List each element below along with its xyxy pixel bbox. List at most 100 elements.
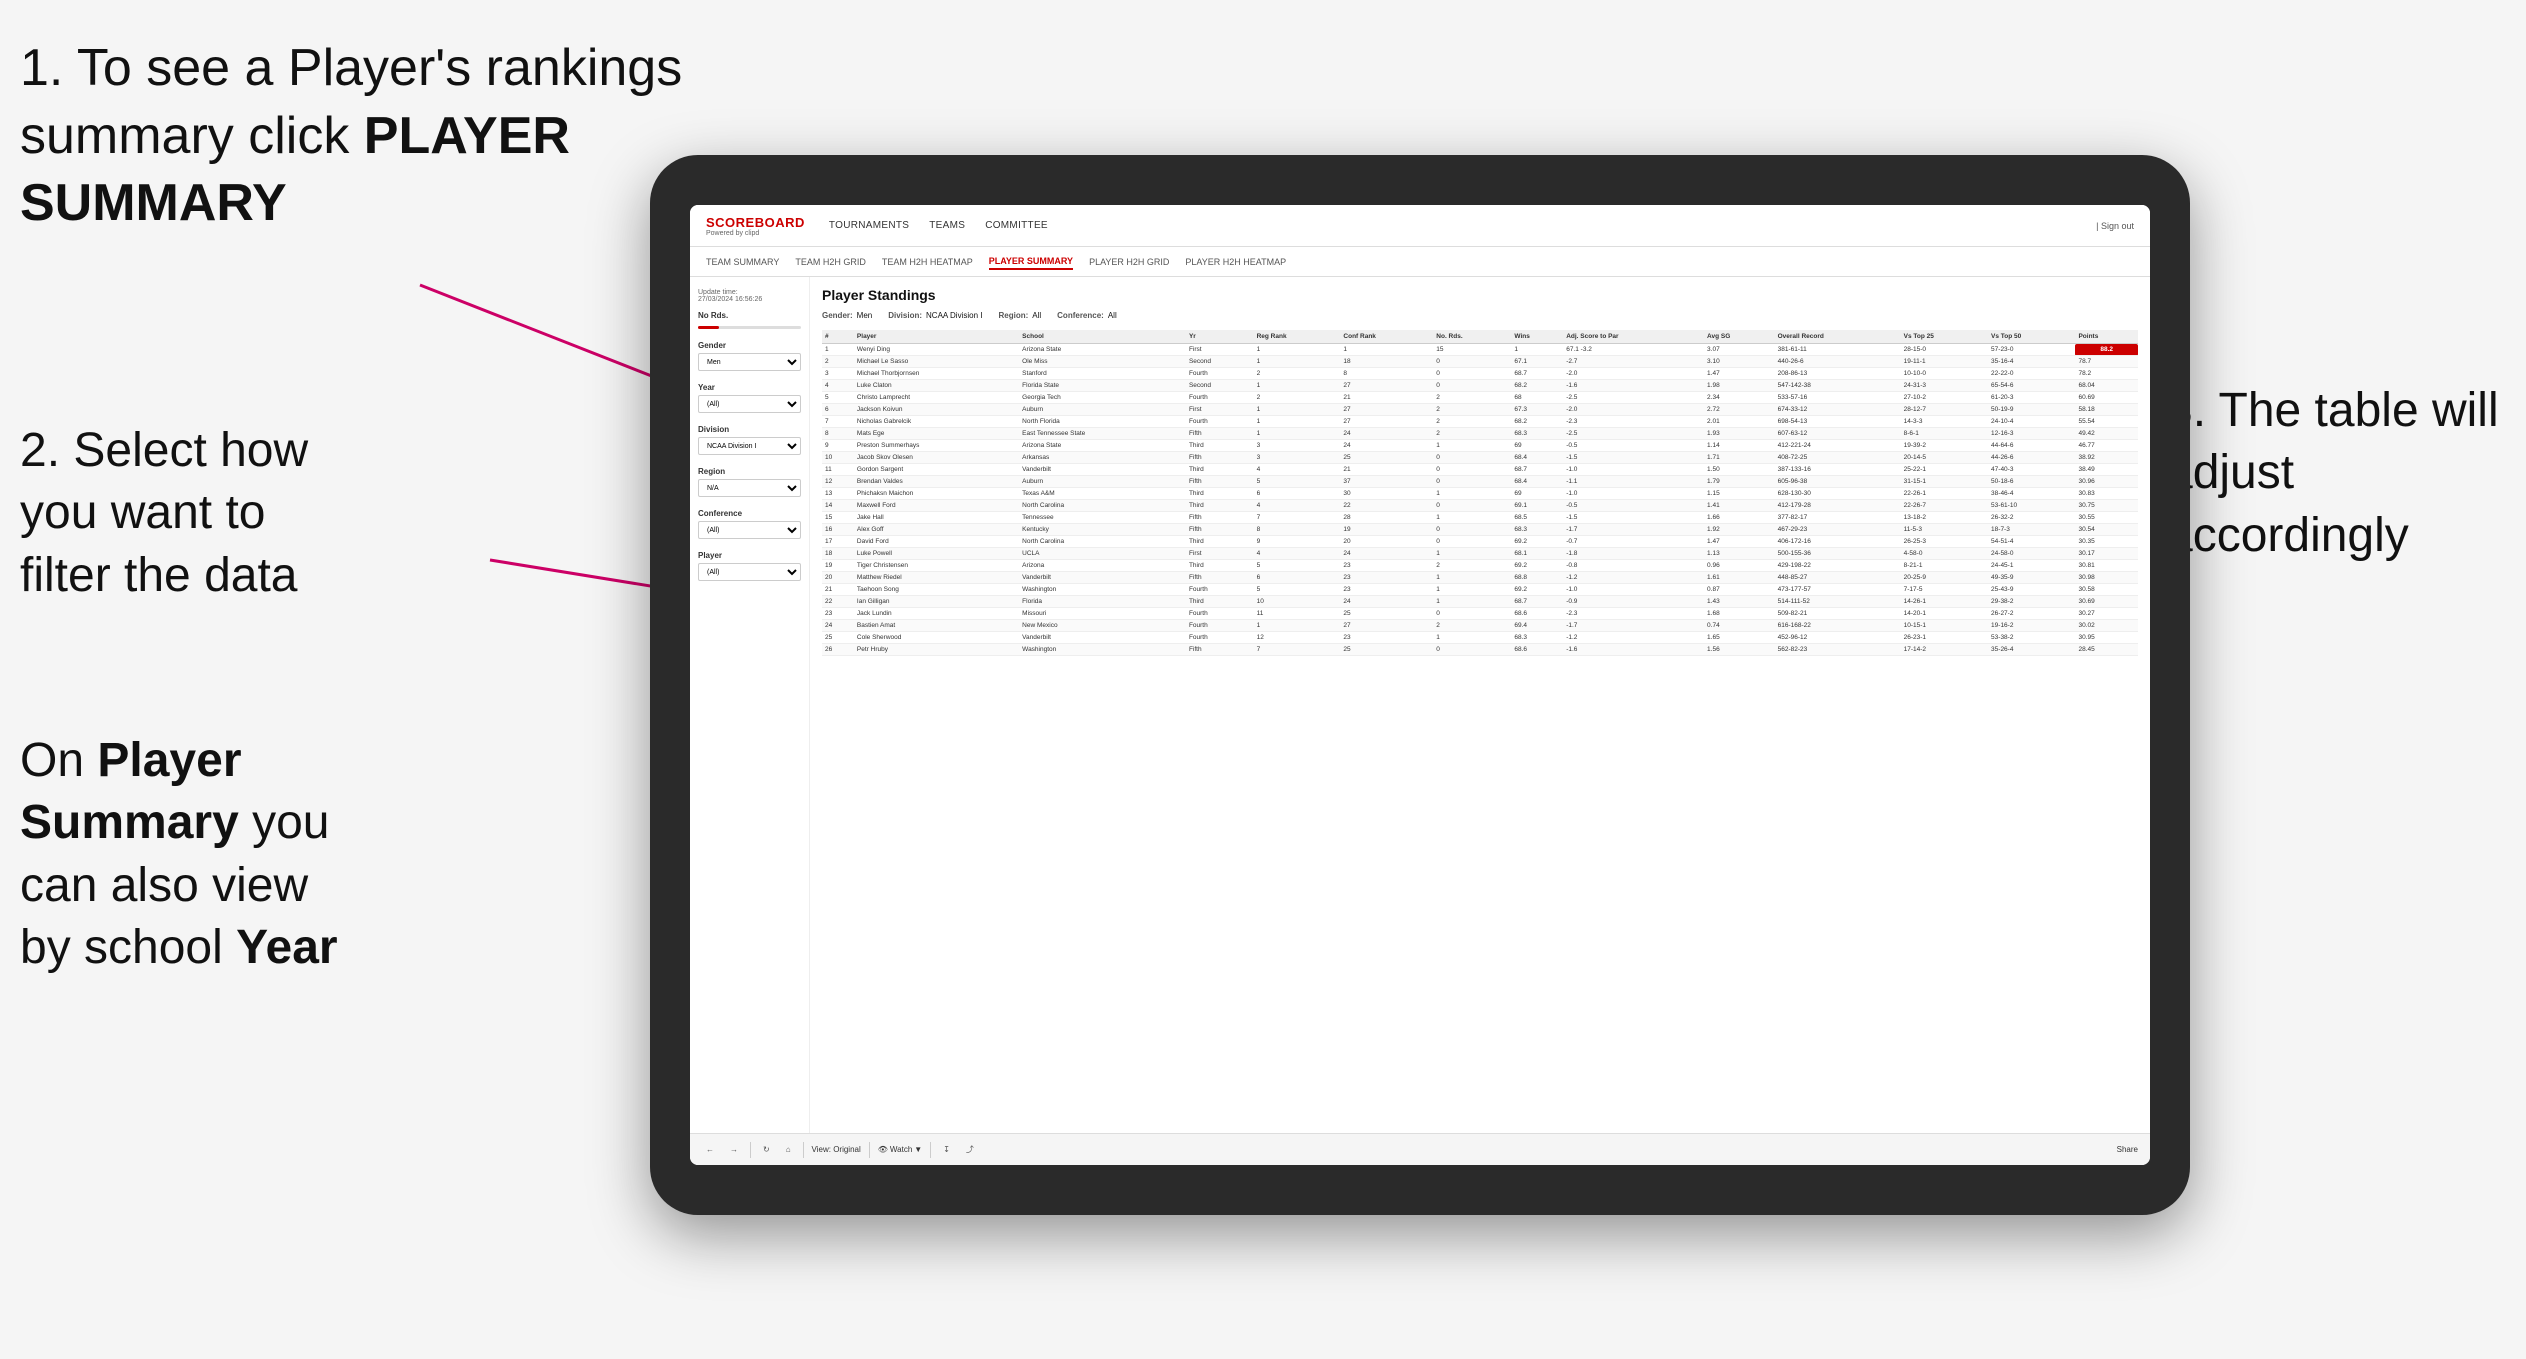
table-cell: 30.95 <box>2075 632 2138 644</box>
table-cell: Preston Summerhays <box>854 440 1019 452</box>
watch-button[interactable]: 👁 Watch ▼ <box>878 1145 922 1154</box>
table-cell: 17 <box>822 536 854 548</box>
sidebar-player: Player (All) <box>698 551 801 581</box>
filter-conference-label: Conference: <box>1057 311 1104 320</box>
toolbar-divider-4 <box>930 1142 931 1158</box>
app-header: SCOREBOARD Powered by clipd TOURNAMENTS … <box>690 205 2150 247</box>
table-cell: 30.58 <box>2075 584 2138 596</box>
table-cell: Fifth <box>1186 512 1254 524</box>
table-cell: 26-25-3 <box>1901 536 1988 548</box>
table-cell: 1 <box>1254 416 1341 428</box>
annotation-line2: summary click <box>20 107 364 165</box>
table-cell: 5 <box>1254 560 1341 572</box>
table-cell: -2.0 <box>1563 404 1704 416</box>
table-cell: Cole Sherwood <box>854 632 1019 644</box>
table-cell: Arizona State <box>1019 440 1186 452</box>
table-cell: Fourth <box>1186 368 1254 380</box>
toolbar-forward[interactable]: → <box>726 1143 742 1156</box>
table-cell: Third <box>1186 560 1254 572</box>
table-cell: Arizona <box>1019 560 1186 572</box>
player-select[interactable]: (All) <box>698 563 801 581</box>
nav-committee[interactable]: COMMITTEE <box>985 218 1048 233</box>
table-row: 14Maxwell FordNorth CarolinaThird422069.… <box>822 500 2138 512</box>
table-cell: 607-63-12 <box>1775 428 1901 440</box>
table-cell: 30.83 <box>2075 488 2138 500</box>
table-cell: 562-82-23 <box>1775 644 1901 656</box>
table-cell: 23 <box>822 608 854 620</box>
table-cell: 69 <box>1511 488 1563 500</box>
main-nav: TOURNAMENTS TEAMS COMMITTEE <box>829 218 2096 233</box>
table-cell: 509-82-21 <box>1775 608 1901 620</box>
toolbar-share-icon[interactable]: ⤴ <box>962 1142 978 1157</box>
table-cell: 19 <box>822 560 854 572</box>
table-cell: 25 <box>822 632 854 644</box>
year-select[interactable]: (All) First Second Third Fourth Fifth <box>698 395 801 413</box>
table-cell: 68.7 <box>1511 464 1563 476</box>
col-vs-top50: Vs Top 50 <box>1988 330 2075 344</box>
annotation-player-summary-bold: PlayerSummary <box>20 734 242 849</box>
table-cell: Jackson Koivun <box>854 404 1019 416</box>
share-label[interactable]: Share <box>2117 1145 2138 1154</box>
table-cell: 1.61 <box>1704 572 1775 584</box>
table-cell: 14-20-1 <box>1901 608 1988 620</box>
toolbar-refresh[interactable]: ↻ <box>759 1143 774 1156</box>
table-cell: Petr Hruby <box>854 644 1019 656</box>
table-cell: Tiger Christensen <box>854 560 1019 572</box>
table-cell: 27 <box>1340 416 1433 428</box>
gender-select[interactable]: Men Women <box>698 353 801 371</box>
sidebar-conference: Conference (All) <box>698 509 801 539</box>
table-cell: 55.54 <box>2075 416 2138 428</box>
division-select[interactable]: NCAA Division I NCAA Division II NCAA Di… <box>698 437 801 455</box>
col-yr: Yr <box>1186 330 1254 344</box>
table-cell: Fourth <box>1186 608 1254 620</box>
table-cell: Washington <box>1019 644 1186 656</box>
table-cell: 1 <box>1433 584 1511 596</box>
table-cell: 412-179-28 <box>1775 500 1901 512</box>
nav-tournaments[interactable]: TOURNAMENTS <box>829 218 909 233</box>
table-area: Player Standings Gender: Men Division: N… <box>810 277 2150 1133</box>
sub-nav-team-h2h-heatmap[interactable]: TEAM H2H HEATMAP <box>882 255 973 269</box>
table-cell: North Carolina <box>1019 536 1186 548</box>
table-cell: 23 <box>1340 632 1433 644</box>
table-cell: 1.79 <box>1704 476 1775 488</box>
sub-nav-team-summary[interactable]: TEAM SUMMARY <box>706 255 779 269</box>
table-cell: 67.1 -3.2 <box>1563 344 1704 356</box>
sidebar-gender: Gender Men Women <box>698 341 801 371</box>
table-cell: 68.4 <box>1511 452 1563 464</box>
table-cell: 1 <box>1433 632 1511 644</box>
sub-nav-player-h2h-grid[interactable]: PLAYER H2H GRID <box>1089 255 1169 269</box>
table-cell: 22 <box>822 596 854 608</box>
table-cell: 26-32-2 <box>1988 512 2075 524</box>
region-select[interactable]: N/A All <box>698 479 801 497</box>
sub-nav-player-h2h-heatmap[interactable]: PLAYER H2H HEATMAP <box>1185 255 1286 269</box>
table-cell: 0 <box>1433 608 1511 620</box>
table-cell: 20-14-5 <box>1901 452 1988 464</box>
sign-out-link[interactable]: | Sign out <box>2096 221 2134 231</box>
table-cell: New Mexico <box>1019 620 1186 632</box>
table-cell: Vanderbilt <box>1019 464 1186 476</box>
sub-nav: TEAM SUMMARY TEAM H2H GRID TEAM H2H HEAT… <box>690 247 2150 277</box>
sidebar-year: Year (All) First Second Third Fourth Fif… <box>698 383 801 413</box>
toolbar-divider-2 <box>803 1142 804 1158</box>
standings-table: # Player School Yr Reg Rank Conf Rank No… <box>822 330 2138 656</box>
table-cell: 13 <box>822 488 854 500</box>
toolbar-home[interactable]: ⌂ <box>782 1143 795 1156</box>
conference-select[interactable]: (All) <box>698 521 801 539</box>
table-cell: 19-11-1 <box>1901 356 1988 368</box>
annotation-bottom-left: On PlayerSummary you can also view by sc… <box>20 730 360 980</box>
table-cell: 22-26-1 <box>1901 488 1988 500</box>
table-cell: 605-96-38 <box>1775 476 1901 488</box>
toolbar-download[interactable]: ↧ <box>939 1143 954 1156</box>
table-cell: 30.54 <box>2075 524 2138 536</box>
table-cell: Auburn <box>1019 404 1186 416</box>
nav-teams[interactable]: TEAMS <box>929 218 965 233</box>
toolbar-back[interactable]: ← <box>702 1143 718 1156</box>
sub-nav-team-h2h-grid[interactable]: TEAM H2H GRID <box>795 255 866 269</box>
table-cell: 0 <box>1433 380 1511 392</box>
table-row: 1Wenyi DingArizona StateFirst1115167.1 -… <box>822 344 2138 356</box>
sub-nav-player-summary[interactable]: PLAYER SUMMARY <box>989 254 1073 270</box>
table-row: 3Michael ThorbjornsenStanfordFourth28068… <box>822 368 2138 380</box>
table-row: 24Bastien AmatNew MexicoFourth127269.4-1… <box>822 620 2138 632</box>
slider-container[interactable] <box>698 326 801 329</box>
table-cell: 21 <box>1340 464 1433 476</box>
